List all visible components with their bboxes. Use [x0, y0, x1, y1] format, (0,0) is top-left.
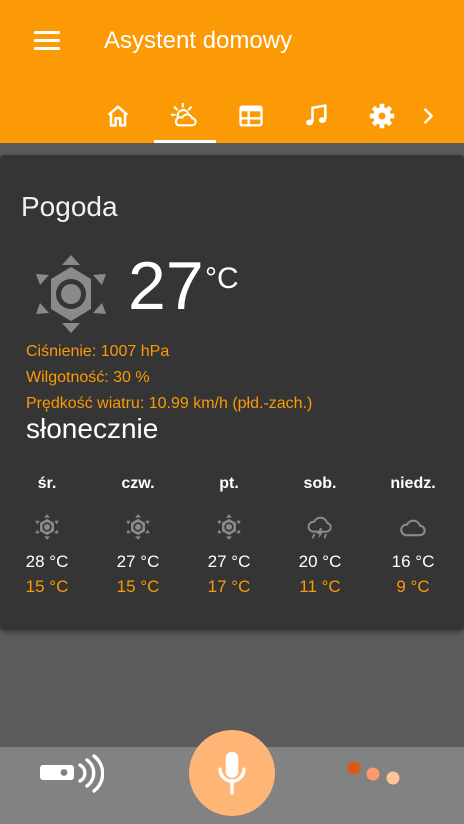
remote-control-icon	[40, 754, 105, 793]
sun-icon	[217, 514, 241, 540]
current-temperature: 27	[128, 248, 204, 324]
tab-calendar[interactable]	[231, 96, 271, 136]
forecast-day: niedz. 16 °C 9 °C	[373, 475, 453, 597]
chevron-right-icon	[424, 108, 433, 124]
forecast-day-label: śr.	[37, 475, 57, 492]
forecast-day: śr. 28 °C 15 °C	[7, 475, 87, 597]
forecast-low: 9 °C	[396, 577, 430, 596]
sun-icon	[126, 514, 150, 540]
forecast-day-label: czw.	[121, 475, 155, 492]
pressure-text: Ciśnienie: 1007 hPa	[26, 343, 170, 360]
forecast-high: 20 °C	[298, 552, 342, 571]
thunderstorm-cloud-icon	[307, 516, 332, 539]
app-bar: Asystent domowy	[0, 0, 464, 143]
hamburger-menu-icon[interactable]	[34, 31, 60, 53]
microphone-icon	[218, 751, 246, 795]
forecast-low: 17 °C	[207, 577, 251, 596]
tab-indicator	[154, 140, 216, 143]
tab-weather[interactable]	[164, 96, 204, 136]
three-dots-icon	[347, 761, 400, 785]
tabs-scroll-right[interactable]	[410, 96, 446, 136]
sun-icon	[36, 255, 106, 333]
wind-text: Prędkość wiatru: 10.99 km/h (płd.-zach.)	[26, 395, 313, 412]
remote-control-button[interactable]	[38, 754, 105, 794]
calendar-icon	[239, 105, 263, 127]
forecast-low: 15 °C	[25, 577, 69, 596]
music-icon	[306, 104, 327, 126]
forecast-day-label: pt.	[219, 475, 239, 492]
tab-music[interactable]	[296, 96, 336, 136]
tab-settings[interactable]	[362, 96, 402, 136]
weather-sun-cloud-icon	[170, 102, 197, 127]
humidity-text: Wilgotność: 30 %	[26, 369, 150, 386]
condition-text: słonecznie	[26, 413, 159, 444]
forecast-low: 15 °C	[116, 577, 160, 596]
forecast-high: 27 °C	[116, 552, 160, 571]
temperature-unit: °C	[205, 262, 239, 295]
forecast-high: 28 °C	[25, 552, 69, 571]
tab-home[interactable]	[98, 96, 138, 136]
sun-icon	[35, 514, 59, 540]
weather-card: Pogoda 27 °C Ciśnienie: 1007 hPa Wilgotn…	[0, 155, 464, 630]
forecast-day-label: niedz.	[390, 475, 436, 492]
card-title: Pogoda	[21, 191, 118, 222]
forecast-high: 16 °C	[391, 552, 435, 571]
more-options-button[interactable]	[346, 760, 402, 790]
forecast-day-label: sob.	[303, 475, 337, 492]
forecast-day: pt. 27 °C 17 °C	[189, 475, 269, 597]
home-icon	[107, 105, 129, 127]
forecast-day: czw. 27 °C 15 °C	[98, 475, 178, 597]
app-title: Asystent domowy	[104, 27, 293, 54]
forecast-day: sob. 20 °C 11 °C	[280, 475, 360, 597]
cloud-icon	[400, 519, 426, 537]
microphone-button[interactable]	[189, 730, 275, 816]
forecast-low: 11 °C	[299, 577, 341, 596]
forecast-high: 27 °C	[207, 552, 251, 571]
gear-icon	[369, 103, 395, 129]
